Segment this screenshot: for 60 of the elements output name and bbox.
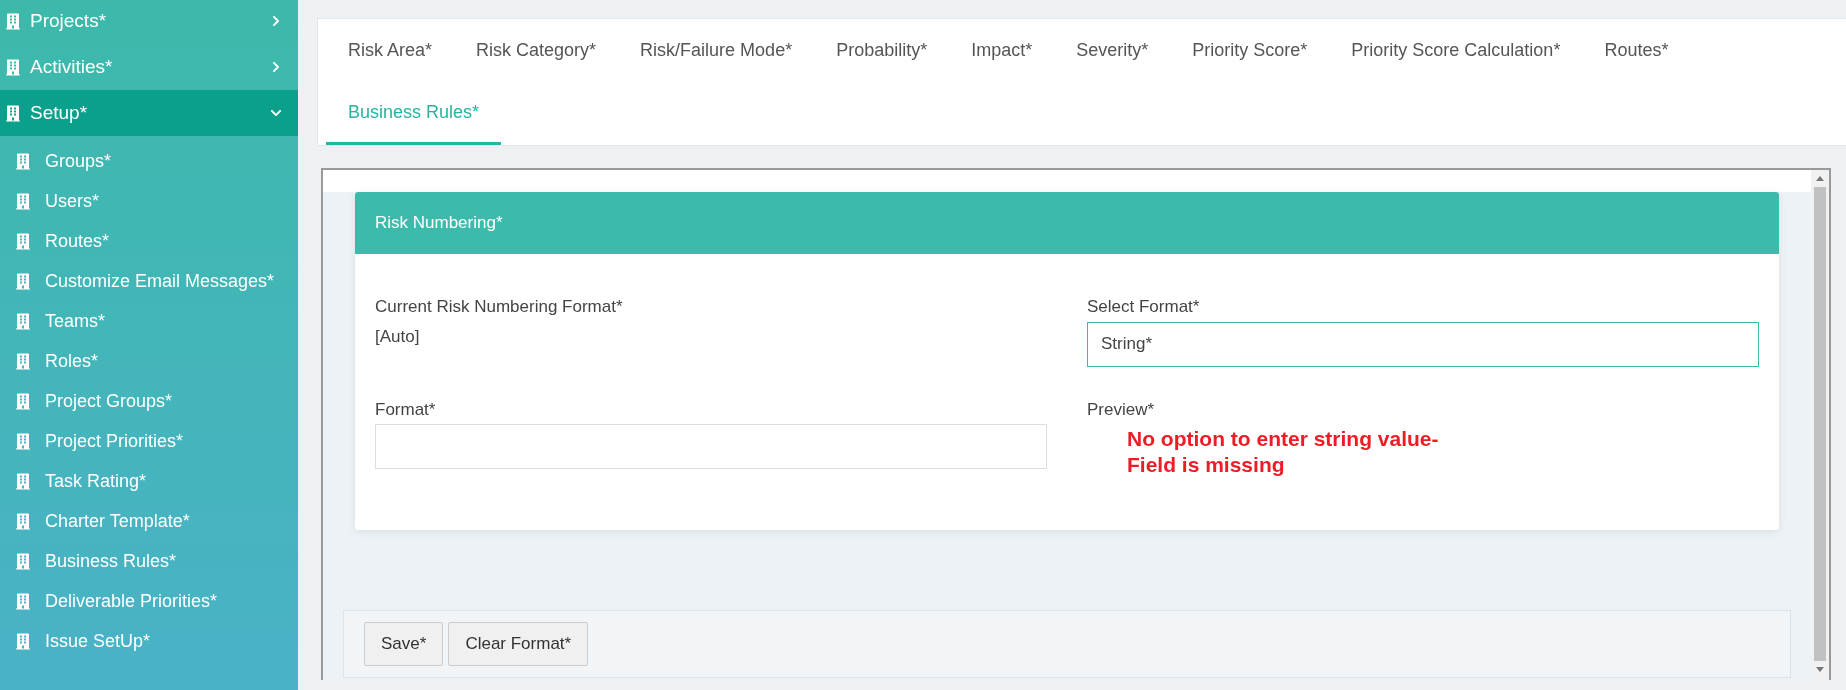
field-label: Select Format* xyxy=(1087,296,1201,318)
building-icon xyxy=(6,58,20,76)
building-icon xyxy=(16,432,30,450)
annotation-text: No option to enter string value- xyxy=(1127,426,1440,452)
building-icon xyxy=(16,472,30,490)
tab[interactable]: Business Rules* xyxy=(326,83,502,145)
tab[interactable]: Probability* xyxy=(814,21,950,83)
building-icon xyxy=(16,512,30,530)
tab[interactable]: Priority Score* xyxy=(1170,21,1330,83)
building-icon xyxy=(16,232,30,250)
tab[interactable]: Severity* xyxy=(1054,21,1171,83)
building-icon xyxy=(16,592,30,610)
sidebar-subitem[interactable]: Roles* xyxy=(0,341,298,381)
field-value: [Auto] xyxy=(375,325,421,348)
sidebar-subitem[interactable]: Groups* xyxy=(0,141,298,181)
annotation-text: Field is missing xyxy=(1127,452,1286,478)
building-icon xyxy=(6,12,20,30)
field-label: Format* xyxy=(375,398,437,421)
chevron-down-icon xyxy=(270,107,282,119)
tab[interactable]: Risk Category* xyxy=(454,21,619,83)
sidebar-subitem[interactable]: Project Groups* xyxy=(0,381,298,421)
field-label: Preview* xyxy=(1087,398,1156,421)
scroll-down-icon[interactable] xyxy=(1816,667,1824,672)
building-icon xyxy=(16,192,30,210)
tab[interactable]: Priority Score Calculation* xyxy=(1329,21,1583,83)
building-icon xyxy=(16,632,30,650)
building-icon xyxy=(16,312,30,330)
form-button[interactable]: Save* xyxy=(364,622,444,666)
sidebar-subitem[interactable]: Issue SetUp* xyxy=(0,621,298,661)
sidebar-subitem[interactable]: Project Priorities* xyxy=(0,421,298,461)
input-field[interactable] xyxy=(375,424,1047,469)
building-icon xyxy=(16,272,30,290)
chevron-right-icon xyxy=(270,15,282,27)
sidebar-item[interactable]: Activities* xyxy=(0,44,298,90)
building-icon xyxy=(16,152,30,170)
scroll-up-icon[interactable] xyxy=(1816,176,1824,181)
sidebar-item[interactable]: Setup* xyxy=(0,90,298,136)
sidebar-subitem[interactable]: Routes* xyxy=(0,221,298,261)
sidebar-subitem[interactable]: Customize Email Messages* xyxy=(0,261,298,301)
tab[interactable]: Routes* xyxy=(1582,21,1691,83)
tab[interactable]: Risk Area* xyxy=(326,21,455,83)
tab[interactable]: Risk/Failure Mode* xyxy=(618,21,815,83)
chevron-right-icon xyxy=(270,61,282,73)
building-icon xyxy=(16,552,30,570)
sidebar-subitem[interactable]: Task Rating* xyxy=(0,461,298,501)
sidebar-subitem[interactable]: Business Rules* xyxy=(0,541,298,581)
sidebar-subitem[interactable]: Users* xyxy=(0,181,298,221)
panel-header: Risk Numbering* xyxy=(355,192,1779,254)
sidebar-subitem[interactable]: Teams* xyxy=(0,301,298,341)
field-label: Current Risk Numbering Format* xyxy=(375,296,624,318)
sidebar-subitem[interactable]: Charter Template* xyxy=(0,501,298,541)
form-button[interactable]: Clear Format* xyxy=(448,622,589,666)
tab[interactable]: Impact* xyxy=(949,21,1055,83)
select-field[interactable]: String* xyxy=(1087,321,1759,367)
sidebar-item[interactable]: Projects* xyxy=(0,0,298,44)
building-icon xyxy=(16,352,30,370)
building-icon xyxy=(6,104,20,122)
scrollbar[interactable] xyxy=(1811,170,1829,680)
sidebar-subitem[interactable]: Deliverable Priorities* xyxy=(0,581,298,621)
building-icon xyxy=(16,392,30,410)
